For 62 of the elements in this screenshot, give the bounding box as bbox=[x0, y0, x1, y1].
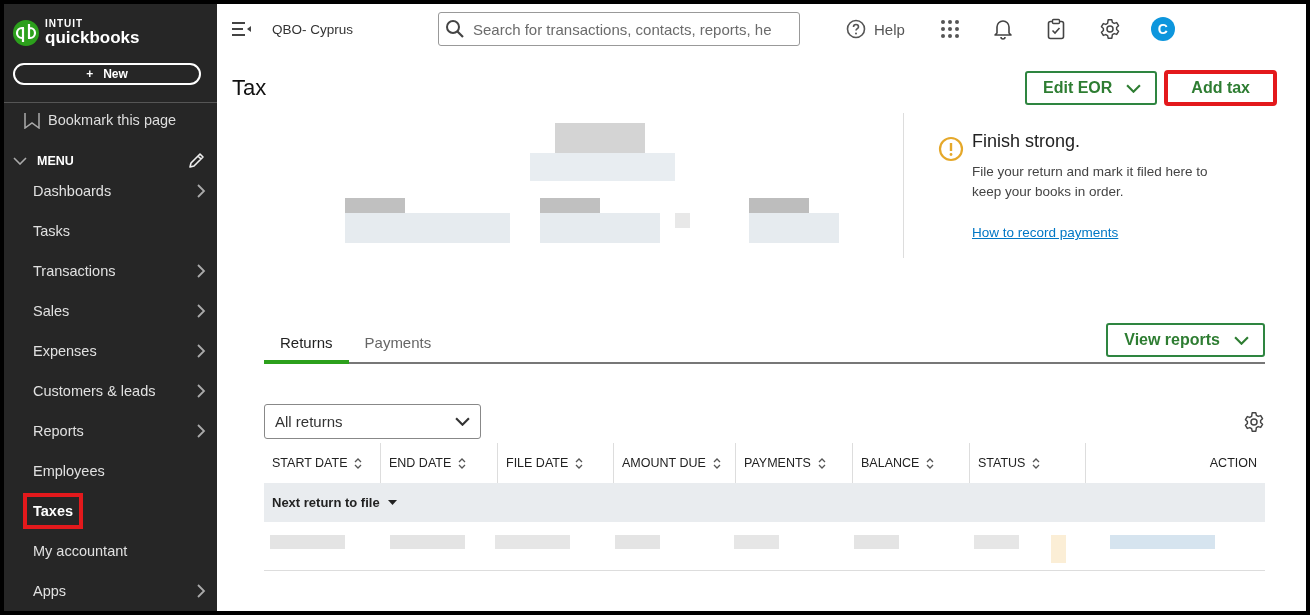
caret-down-icon bbox=[387, 500, 397, 505]
nav-item[interactable]: Dashboards bbox=[4, 171, 217, 211]
settings-icon[interactable] bbox=[1098, 18, 1121, 40]
column-header[interactable]: STATUS bbox=[978, 456, 1026, 470]
column-header[interactable]: END DATE bbox=[389, 456, 452, 470]
sort-icon[interactable] bbox=[575, 457, 584, 469]
tab[interactable]: Returns bbox=[264, 334, 349, 364]
nav-item[interactable]: Apps bbox=[4, 571, 217, 611]
notification-bell-icon[interactable] bbox=[992, 18, 1013, 40]
chevron-down-icon[interactable] bbox=[13, 157, 27, 166]
search-field[interactable]: Search for transactions, contacts, reports, he bbox=[438, 12, 800, 46]
notice-title: Finish strong. bbox=[972, 131, 1082, 152]
nav-item[interactable]: Expenses bbox=[4, 331, 217, 371]
chevron-down-icon bbox=[1234, 335, 1249, 345]
menu-heading: MENU bbox=[37, 154, 74, 169]
nav-item[interactable]: Transactions bbox=[4, 251, 217, 291]
menu-icon[interactable] bbox=[232, 22, 252, 36]
nav-item[interactable]: Tasks bbox=[4, 211, 217, 251]
help-link[interactable]: How to record payments bbox=[972, 225, 1119, 240]
company-name: QBO- Cyprus bbox=[272, 21, 354, 37]
apps-grid-icon[interactable] bbox=[940, 20, 959, 38]
clipboard-check-icon[interactable] bbox=[1046, 18, 1065, 40]
sort-icon[interactable] bbox=[1032, 457, 1041, 469]
filter-dropdown[interactable]: All returns bbox=[264, 404, 481, 439]
nav-item[interactable]: Reports bbox=[4, 411, 217, 451]
sort-icon[interactable] bbox=[458, 457, 467, 469]
nav-item[interactable]: Sales bbox=[4, 291, 217, 331]
dropdown-button[interactable]: View reports bbox=[1106, 323, 1265, 357]
column-header[interactable]: FILE DATE bbox=[506, 456, 569, 470]
sort-icon[interactable] bbox=[817, 457, 826, 469]
logo-icon bbox=[13, 19, 39, 46]
sort-icon[interactable] bbox=[354, 457, 363, 469]
sort-icon[interactable] bbox=[926, 457, 935, 469]
group-row[interactable]: Next return to file bbox=[264, 483, 1265, 522]
search-icon bbox=[445, 19, 465, 39]
new-button[interactable]: + New bbox=[13, 62, 201, 86]
dropdown-button[interactable]: Edit EOR bbox=[1025, 71, 1158, 105]
nav-item[interactable]: Customers & leads bbox=[4, 371, 217, 411]
nav-item[interactable]: Employees bbox=[4, 451, 217, 491]
page-title: Tax bbox=[232, 75, 267, 101]
help-link[interactable]: Help bbox=[874, 20, 905, 38]
warning-icon bbox=[938, 136, 964, 162]
nav-item[interactable]: My accountant bbox=[4, 531, 217, 571]
help-icon[interactable] bbox=[846, 19, 866, 39]
brand-label: INTUIT bbox=[45, 19, 85, 30]
notice-text: File your return and mark it filed here to keep your books in order. bbox=[972, 163, 1209, 201]
column-header[interactable]: BALANCE bbox=[861, 456, 920, 470]
column-header[interactable]: AMOUNT DUE bbox=[622, 456, 706, 470]
chevron-down-icon bbox=[1126, 83, 1142, 93]
settings-icon[interactable] bbox=[1243, 410, 1265, 433]
bookmark-link[interactable]: Bookmark this page bbox=[48, 112, 177, 129]
chevron-down-icon bbox=[455, 417, 470, 426]
bookmark-icon[interactable] bbox=[24, 111, 40, 129]
tab[interactable]: Payments bbox=[348, 334, 448, 364]
pencil-icon[interactable] bbox=[187, 152, 205, 171]
column-header[interactable]: START DATE bbox=[272, 456, 348, 470]
add-button[interactable]: Add tax bbox=[1165, 71, 1276, 105]
column-header[interactable]: ACTION bbox=[1209, 456, 1257, 470]
sort-icon[interactable] bbox=[712, 457, 721, 469]
brand-name: quickbooks bbox=[45, 29, 140, 47]
column-header[interactable]: PAYMENTS bbox=[744, 456, 811, 470]
nav-item[interactable]: Taxes bbox=[4, 491, 217, 531]
